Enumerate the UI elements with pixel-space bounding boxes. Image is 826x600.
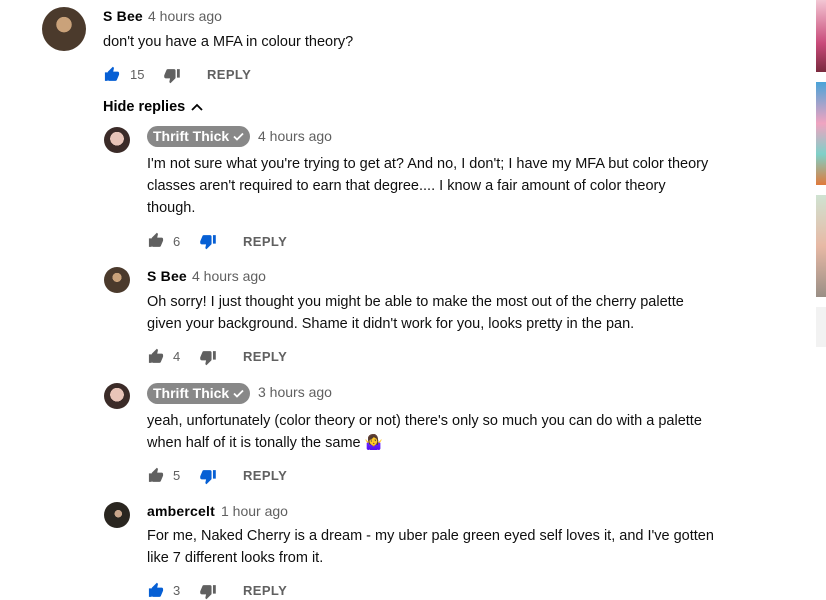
- verified-check-icon: [233, 132, 244, 141]
- reply-text-line: yeah, unfortunately (color theory or not…: [147, 413, 702, 429]
- sidebar-thumbnail-3[interactable]: [816, 195, 826, 297]
- like-count: 15: [130, 67, 145, 82]
- dislike-button[interactable]: [199, 349, 217, 366]
- comment-timestamp[interactable]: 4 hours ago: [148, 8, 222, 24]
- sidebar-thumbnail-2[interactable]: [816, 82, 826, 185]
- dislike-button[interactable]: [199, 233, 217, 250]
- sidebar-thumbnail-4[interactable]: [816, 307, 826, 347]
- thumb-up-icon: [148, 467, 164, 482]
- reply-text-segment: when half of it is tonally the same: [147, 435, 361, 451]
- dislike-button[interactable]: [199, 583, 217, 600]
- thumb-down-icon: [200, 235, 216, 250]
- sidebar-thumbnail-1[interactable]: [816, 0, 826, 72]
- reply-author: Thrift Thick: [153, 128, 230, 144]
- thumb-down-icon: [200, 470, 216, 485]
- comment-text: don't you have a MFA in colour theory?: [103, 34, 354, 50]
- avatar[interactable]: [104, 502, 130, 528]
- chevron-up-icon: [191, 103, 203, 111]
- reply-text-line: like 7 different looks from it.: [147, 550, 324, 566]
- avatar[interactable]: [104, 383, 130, 409]
- reply-timestamp[interactable]: 4 hours ago: [258, 128, 332, 144]
- hide-replies-toggle[interactable]: Hide replies: [103, 99, 203, 115]
- dislike-button[interactable]: [163, 67, 181, 84]
- like-button[interactable]: [147, 232, 165, 249]
- reply-button[interactable]: REPLY: [207, 67, 251, 82]
- reply-text-line: I'm not sure what you're trying to get a…: [147, 156, 709, 172]
- comment-author[interactable]: S Bee: [103, 8, 143, 24]
- like-count: 6: [173, 234, 181, 249]
- reply-author[interactable]: S Bee: [147, 268, 187, 284]
- reply-timestamp[interactable]: 4 hours ago: [192, 268, 266, 284]
- avatar[interactable]: [104, 127, 130, 153]
- reply-button[interactable]: REPLY: [243, 234, 287, 249]
- shrug-emoji-icon: 🤷‍♀️: [364, 435, 383, 451]
- reply-text-line: Oh sorry! I just thought you might be ab…: [147, 294, 684, 310]
- reply-author[interactable]: ambercelt: [147, 503, 215, 519]
- reply-timestamp[interactable]: 3 hours ago: [258, 384, 332, 400]
- thumb-down-icon: [164, 69, 180, 84]
- thumb-up-icon: [148, 348, 164, 363]
- reply-text-line: given your background. Shame it didn't w…: [147, 316, 635, 332]
- hide-replies-label: Hide replies: [103, 99, 186, 115]
- thumb-down-icon: [200, 585, 216, 600]
- like-button[interactable]: [103, 66, 121, 83]
- like-button[interactable]: [147, 467, 165, 484]
- author-badge[interactable]: Thrift Thick: [147, 126, 251, 147]
- reply-text-line: classes aren't required to earn that deg…: [147, 178, 666, 194]
- avatar[interactable]: [104, 267, 130, 293]
- reply-text-line: though.: [147, 200, 196, 216]
- avatar[interactable]: [42, 7, 86, 51]
- reply-author: Thrift Thick: [153, 385, 230, 401]
- thumb-up-icon: [104, 66, 120, 81]
- dislike-button[interactable]: [199, 468, 217, 485]
- thumb-up-icon: [148, 232, 164, 247]
- verified-check-icon: [233, 389, 244, 398]
- reply-button[interactable]: REPLY: [243, 468, 287, 483]
- like-count: 4: [173, 349, 181, 364]
- reply-button[interactable]: REPLY: [243, 349, 287, 364]
- reply-text-line: when half of it is tonally the same 🤷‍♀️: [147, 432, 383, 454]
- reply-text-line: For me, Naked Cherry is a dream - my ube…: [147, 528, 714, 544]
- reply-timestamp[interactable]: 1 hour ago: [221, 503, 288, 519]
- thumb-down-icon: [200, 351, 216, 366]
- like-button[interactable]: [147, 348, 165, 365]
- author-badge[interactable]: Thrift Thick: [147, 383, 251, 404]
- like-count: 5: [173, 468, 181, 483]
